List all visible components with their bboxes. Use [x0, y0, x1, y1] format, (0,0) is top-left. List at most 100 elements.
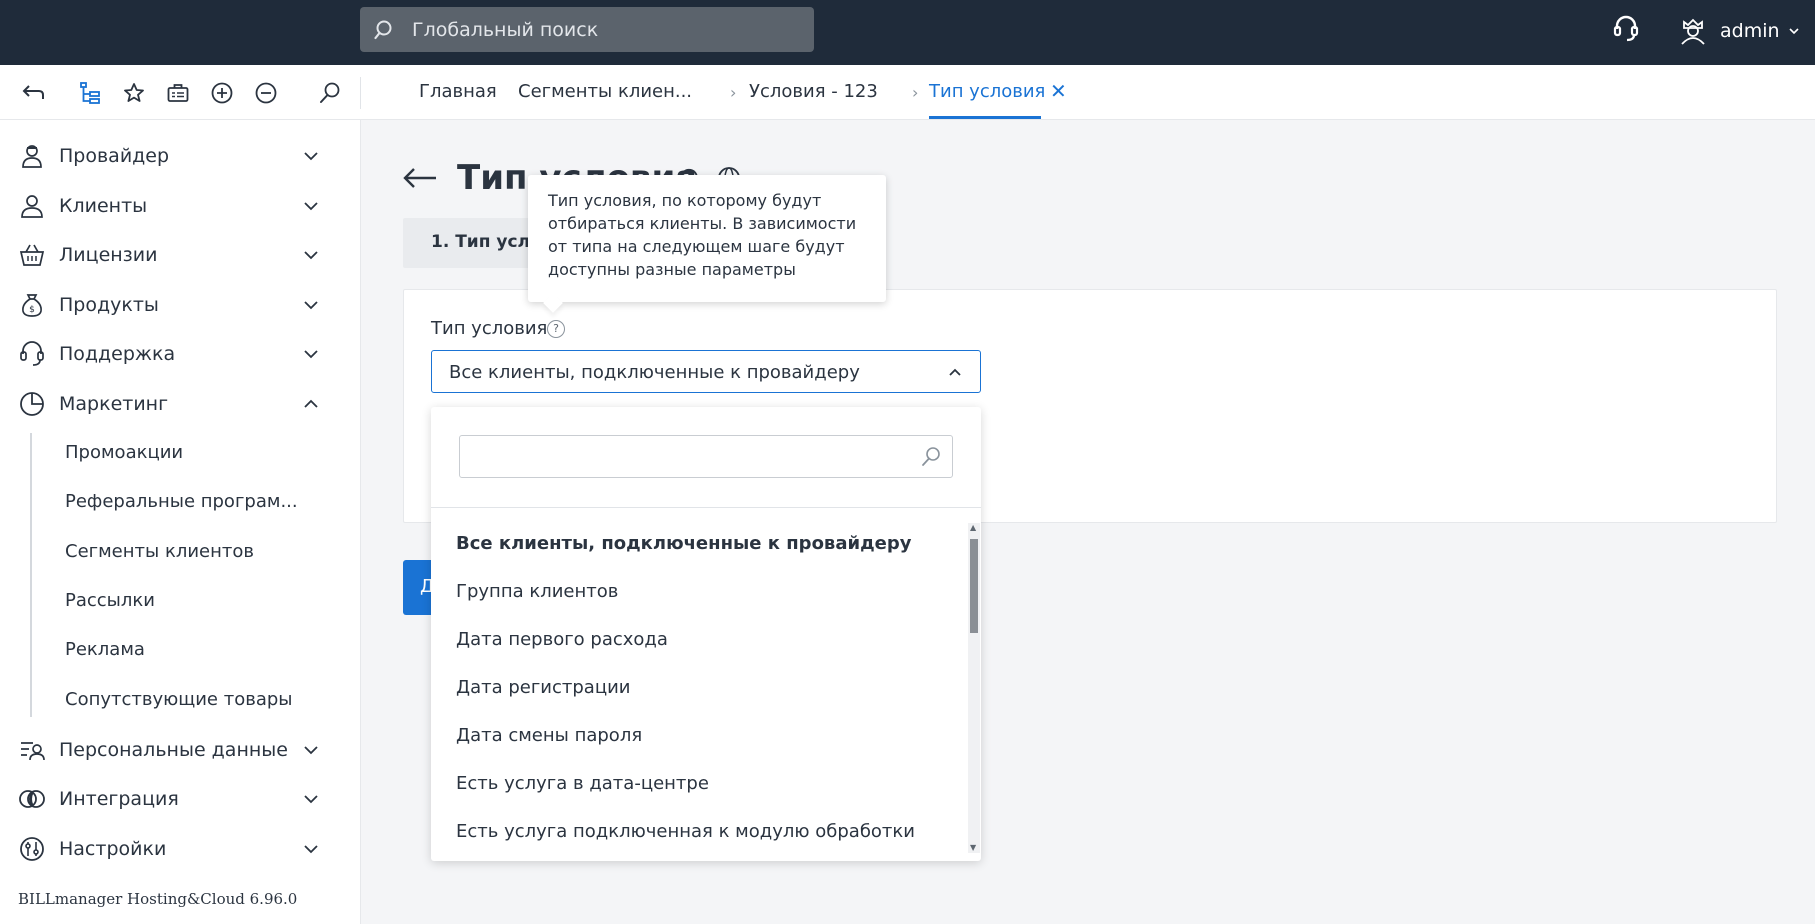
- sidebar-item-label: Интеграция: [59, 788, 179, 810]
- sidebar-subitem-segments[interactable]: Сегменты клиентов: [65, 541, 254, 562]
- global-search-placeholder: Глобальный поиск: [412, 18, 599, 41]
- plus-circle-icon: [211, 82, 233, 104]
- next-button[interactable]: Д: [403, 560, 433, 615]
- sidebar-subitem-promo[interactable]: Промоакции: [65, 442, 183, 463]
- sidebar-subitem-referral[interactable]: Реферальные програм...: [65, 491, 298, 512]
- tree-icon: [80, 82, 100, 104]
- chevron-down-icon: [304, 251, 318, 260]
- sidebar-item-integration[interactable]: Интеграция: [0, 777, 361, 821]
- chevron-up-icon: [304, 399, 318, 408]
- field-label-condition-type: Тип условия: [431, 318, 548, 339]
- breadcrumb-chevron-icon: ›: [912, 83, 919, 102]
- sidebar-item-provider[interactable]: Провайдер: [0, 134, 361, 178]
- briefcase-icon: [167, 84, 189, 102]
- global-search-input[interactable]: Глобальный поиск: [360, 7, 814, 52]
- tree-view-button[interactable]: [76, 79, 104, 107]
- user-name: admin: [1720, 20, 1780, 42]
- close-tab-icon[interactable]: ✕: [1050, 79, 1067, 103]
- active-tab-underline: [929, 116, 1041, 119]
- sidebar-item-products[interactable]: $ Продукты: [0, 283, 361, 327]
- search-icon: [922, 447, 940, 466]
- clients-icon: [21, 195, 43, 218]
- condition-type-dropdown: Все клиенты, подключенные к провайдеру Г…: [431, 407, 981, 861]
- svg-text:$: $: [29, 305, 35, 315]
- basket-icon: [19, 244, 45, 266]
- chevron-down-icon: [304, 845, 318, 854]
- help-icon[interactable]: ?: [547, 320, 565, 338]
- toolbar: Главная Сегменты клиен... › Условия - 12…: [0, 65, 1815, 120]
- user-menu[interactable]: admin: [1678, 14, 1812, 48]
- sidebar-item-marketing[interactable]: Маркетинг: [0, 382, 361, 426]
- headset-icon: [20, 341, 44, 366]
- dropdown-option[interactable]: Дата первого расхода: [456, 629, 668, 650]
- page-back-arrow-icon[interactable]: [402, 162, 438, 194]
- undo-arrow-icon: [22, 85, 44, 99]
- sidebar-subitem-ads[interactable]: Реклама: [65, 639, 145, 660]
- back-button[interactable]: [19, 79, 47, 107]
- breadcrumb-home[interactable]: Главная: [419, 81, 497, 102]
- briefcase-button[interactable]: [164, 79, 192, 107]
- integration-icon: [19, 790, 45, 808]
- breadcrumb-segments[interactable]: Сегменты клиен...: [518, 81, 692, 102]
- sidebar-item-label: Провайдер: [59, 145, 170, 167]
- help-tooltip: Тип условия, по которому будут отбиратьс…: [528, 175, 886, 302]
- pie-chart-icon: [20, 392, 44, 416]
- breadcrumb-current[interactable]: Тип условия: [929, 81, 1045, 102]
- toolbar-divider: [360, 77, 361, 109]
- dropdown-search-input[interactable]: [459, 435, 953, 478]
- top-bar: Глобальный поиск admin: [0, 0, 1815, 65]
- breadcrumb-chevron-icon: ›: [730, 83, 737, 102]
- sidebar-item-support[interactable]: Поддержка: [0, 332, 361, 376]
- sidebar-item-label: Поддержка: [59, 343, 176, 365]
- menu-search-button[interactable]: [316, 79, 344, 107]
- minus-circle-icon: [255, 82, 277, 104]
- sidebar-subitem-mailings[interactable]: Рассылки: [65, 590, 155, 611]
- sidebar-item-label: Настройки: [59, 838, 167, 860]
- select-current-value: Все клиенты, подключенные к провайдеру: [449, 362, 860, 383]
- sidebar-item-licenses[interactable]: Лицензии: [0, 233, 361, 277]
- condition-type-select[interactable]: Все клиенты, подключенные к провайдеру: [431, 350, 981, 393]
- chevron-down-icon: [304, 746, 318, 755]
- dropdown-option[interactable]: Группа клиентов: [456, 581, 618, 602]
- chevron-down-icon: [304, 202, 318, 211]
- chevron-down-icon: [304, 152, 318, 161]
- sidebar-item-settings[interactable]: Настройки: [0, 827, 361, 871]
- scroll-down-arrow-icon[interactable]: ▼: [970, 843, 976, 852]
- app-version: BILLmanager Hosting&Cloud 6.96.0: [18, 890, 298, 908]
- money-bag-icon: $: [22, 294, 42, 317]
- chevron-up-icon: [949, 368, 961, 376]
- submenu-guide-line: [30, 433, 32, 717]
- dropdown-scrollbar[interactable]: ▲ ▼: [968, 523, 980, 853]
- sidebar-item-label: Продукты: [59, 294, 159, 316]
- sidebar-item-clients[interactable]: Клиенты: [0, 184, 361, 228]
- sidebar-subitem-related-goods[interactable]: Сопутствующие товары: [65, 689, 293, 710]
- sidebar: Провайдер Клиенты Лицензии $ Продукты По…: [0, 120, 361, 924]
- support-headset-icon[interactable]: [1612, 14, 1640, 44]
- dropdown-option[interactable]: Есть услуга в дата-центре: [456, 773, 709, 794]
- star-icon: [124, 83, 144, 102]
- dropdown-option[interactable]: Все клиенты, подключенные к провайдеру: [456, 533, 911, 554]
- expand-all-button[interactable]: [208, 79, 236, 107]
- favorites-button[interactable]: [120, 79, 148, 107]
- sidebar-item-label: Лицензии: [59, 244, 158, 266]
- chevron-down-icon: [1788, 28, 1799, 35]
- user-avatar-icon: [1681, 18, 1705, 45]
- dropdown-divider: [431, 507, 981, 508]
- breadcrumb-conditions[interactable]: Условия - 123: [749, 81, 878, 102]
- scrollbar-thumb[interactable]: [970, 539, 978, 633]
- chevron-down-icon: [304, 301, 318, 310]
- chevron-down-icon: [304, 795, 318, 804]
- scroll-up-arrow-icon[interactable]: ▲: [970, 523, 976, 532]
- sidebar-item-label: Маркетинг: [59, 393, 169, 415]
- dropdown-option[interactable]: Есть услуга подключенная к модулю обрабо…: [456, 821, 915, 842]
- provider-icon: [22, 145, 42, 168]
- dropdown-option[interactable]: Дата регистрации: [456, 677, 630, 698]
- dropdown-option[interactable]: Дата смены пароля: [456, 725, 642, 746]
- chevron-down-icon: [304, 350, 318, 359]
- sidebar-item-label: Клиенты: [59, 195, 148, 217]
- search-icon: [320, 82, 340, 103]
- sidebar-item-personal-data[interactable]: Персональные данные: [0, 728, 361, 772]
- collapse-all-button[interactable]: [252, 79, 280, 107]
- sidebar-item-label: Персональные данные: [59, 739, 288, 761]
- settings-icon: [20, 837, 44, 861]
